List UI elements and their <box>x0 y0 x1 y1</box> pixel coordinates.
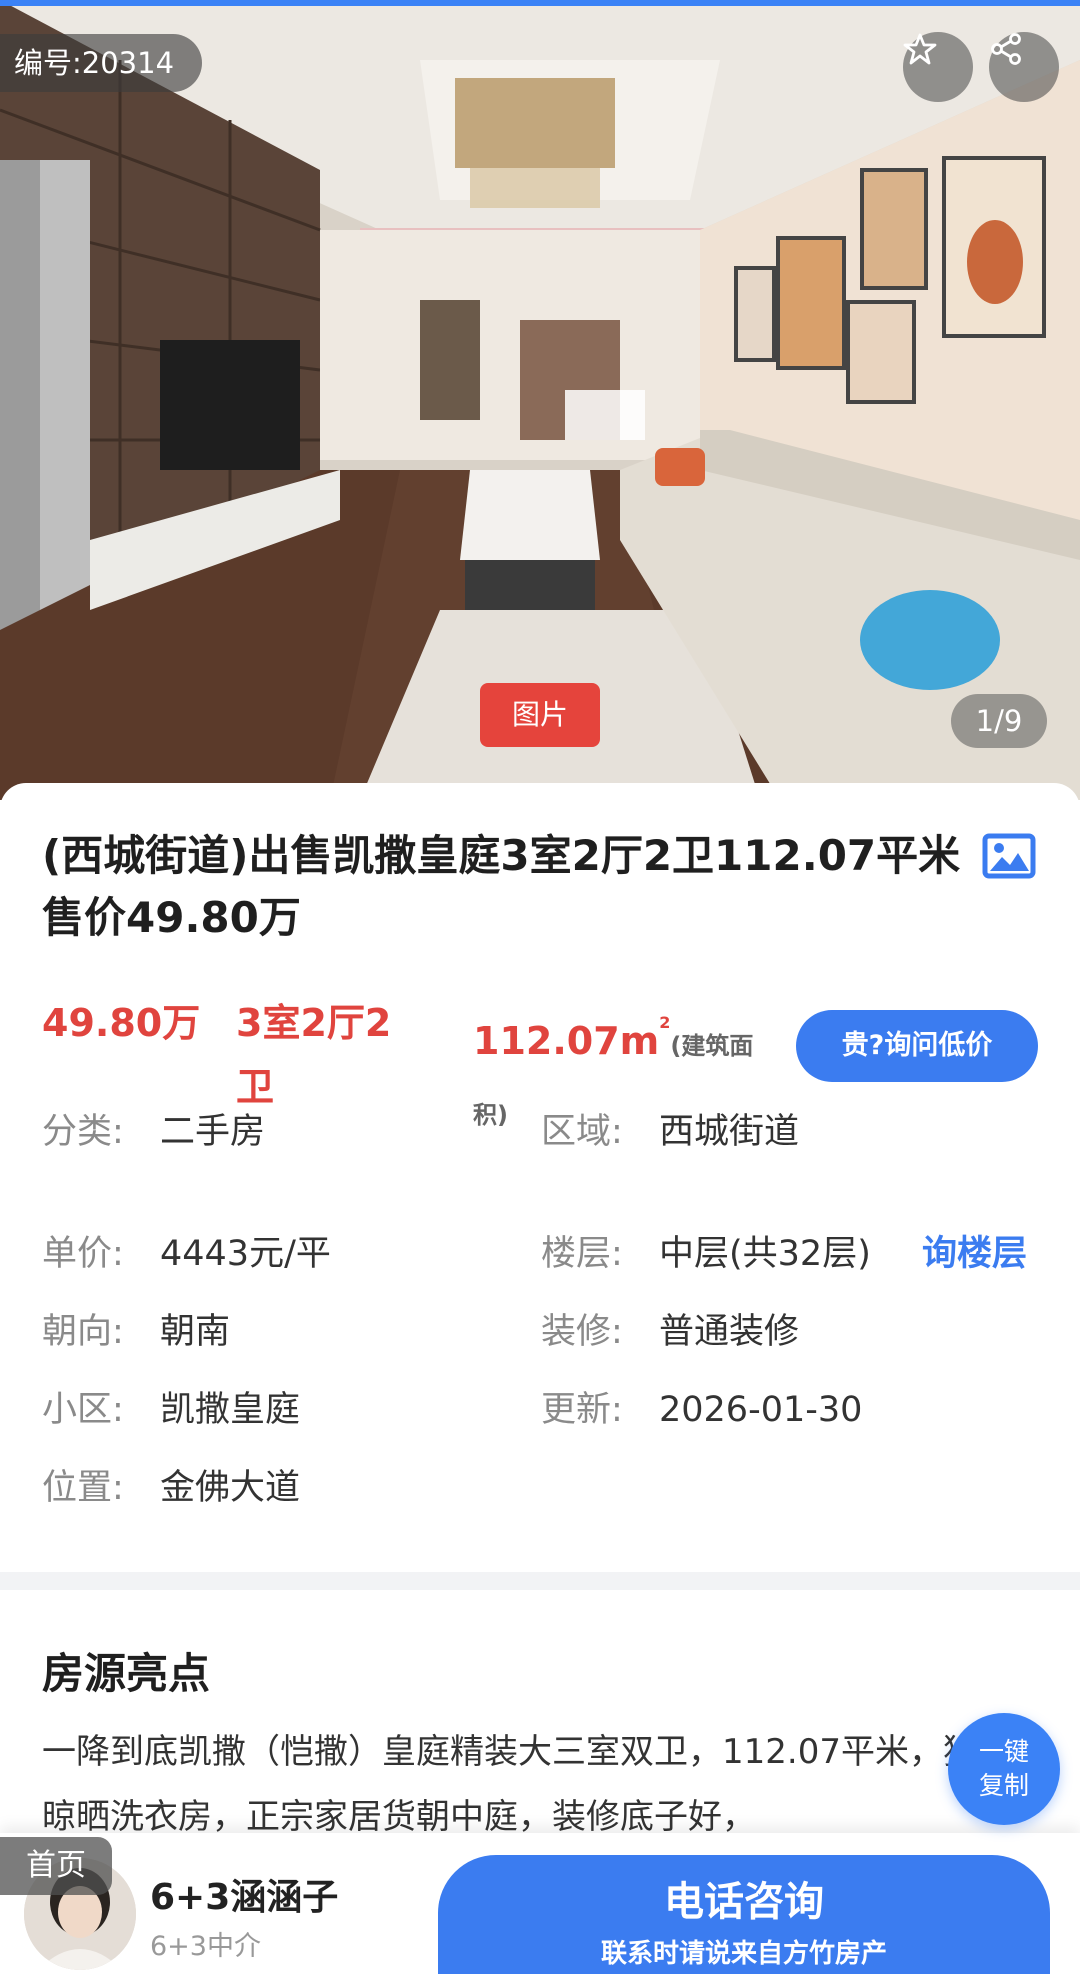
info-value: 二手房 <box>160 1112 266 1152</box>
info-location: 位置: 金佛大道 <box>42 1463 300 1513</box>
copy-button-line1: 一键 <box>978 1737 1029 1766</box>
info-value: 凯撒皇庭 <box>160 1390 301 1430</box>
info-value: 中层(共32层) <box>659 1234 871 1274</box>
listing-page: 编号:20314 图片 1/9 (西城街道)出售凯撒皇庭3室2厅2卫112.07… <box>0 0 1080 1974</box>
area-unit-superscript: 2 <box>659 1013 671 1032</box>
photo-pager: 1/9 <box>951 694 1047 748</box>
info-label: 楼层: <box>541 1234 623 1274</box>
info-label: 区域: <box>541 1112 623 1152</box>
info-community: 小区: 凯撒皇庭 <box>42 1385 300 1435</box>
listing-title: (西城街道)出售凯撒皇庭3室2厅2卫112.07平米 售价49.80万 <box>42 831 961 942</box>
info-label: 更新: <box>541 1390 623 1430</box>
copy-button[interactable]: 一键 复制 <box>948 1713 1060 1825</box>
copy-button-line2: 复制 <box>978 1771 1029 1800</box>
info-unit-price: 单价: 4443元/平 <box>42 1229 331 1279</box>
area-number: 112.07m <box>473 1019 660 1063</box>
home-tab[interactable]: 首页 <box>0 1837 112 1895</box>
image-icon[interactable] <box>982 833 1036 879</box>
favorite-button[interactable] <box>903 32 973 102</box>
section-divider <box>0 1572 1080 1590</box>
photo-tab[interactable]: 图片 <box>480 683 600 747</box>
ask-floor-link[interactable]: 询楼层 <box>922 1229 1027 1279</box>
listing-card: (西城街道)出售凯撒皇庭3室2厅2卫112.07平米 售价49.80万 49.8… <box>0 783 1080 1573</box>
info-value: 朝南 <box>160 1312 231 1352</box>
info-orientation: 朝向: 朝南 <box>42 1307 230 1357</box>
info-label: 装修: <box>541 1312 623 1352</box>
info-value: 普通装修 <box>659 1312 800 1352</box>
living-room-photo <box>0 0 1080 800</box>
agent-name: 6+3涵涵子 <box>150 1877 339 1918</box>
highlights-title: 房源亮点 <box>42 1649 211 1698</box>
listing-photo[interactable]: 编号:20314 图片 1/9 <box>0 0 1080 800</box>
ask-lower-price-button[interactable]: 贵?询问低价 <box>796 1010 1038 1082</box>
info-label: 小区: <box>42 1390 124 1430</box>
listing-id-badge: 编号:20314 <box>0 34 203 92</box>
phone-consult-button[interactable]: 电话咨询 联系时请说来自方竹房产 <box>438 1855 1050 1974</box>
info-label: 位置: <box>42 1468 124 1508</box>
info-label: 单价: <box>42 1234 124 1274</box>
share-button[interactable] <box>989 32 1059 102</box>
info-district: 区域: 西城街道 <box>541 1107 799 1157</box>
price-value: 49.80万 <box>42 1001 201 1045</box>
info-value: 2026-01-30 <box>659 1390 863 1430</box>
info-value: 4443元/平 <box>160 1234 331 1274</box>
layout-value: 3室2厅2卫 <box>236 1001 392 1109</box>
info-category: 分类: 二手房 <box>42 1107 265 1157</box>
info-updated: 更新: 2026-01-30 <box>541 1385 862 1435</box>
info-decoration: 装修: 普通装修 <box>541 1307 799 1357</box>
info-label: 朝向: <box>42 1312 124 1352</box>
call-button-subtitle: 联系时请说来自方竹房产 <box>600 1939 887 1969</box>
info-floor: 楼层: 中层(共32层) <box>541 1229 871 1279</box>
agent-agency: 6+3中介 <box>150 1931 261 1962</box>
info-value: 金佛大道 <box>160 1468 301 1508</box>
info-value: 西城街道 <box>659 1112 800 1152</box>
call-button-label: 电话咨询 <box>664 1879 824 1925</box>
share-icon <box>991 33 1021 65</box>
top-accent-bar <box>0 0 1080 6</box>
info-label: 分类: <box>42 1112 124 1152</box>
star-icon <box>903 33 937 65</box>
highlights-text: 一降到底凯撒（恺撒）皇庭精装大三室双卫，112.07平米，独立晾晒洗衣房，正宗家… <box>42 1732 1011 1837</box>
